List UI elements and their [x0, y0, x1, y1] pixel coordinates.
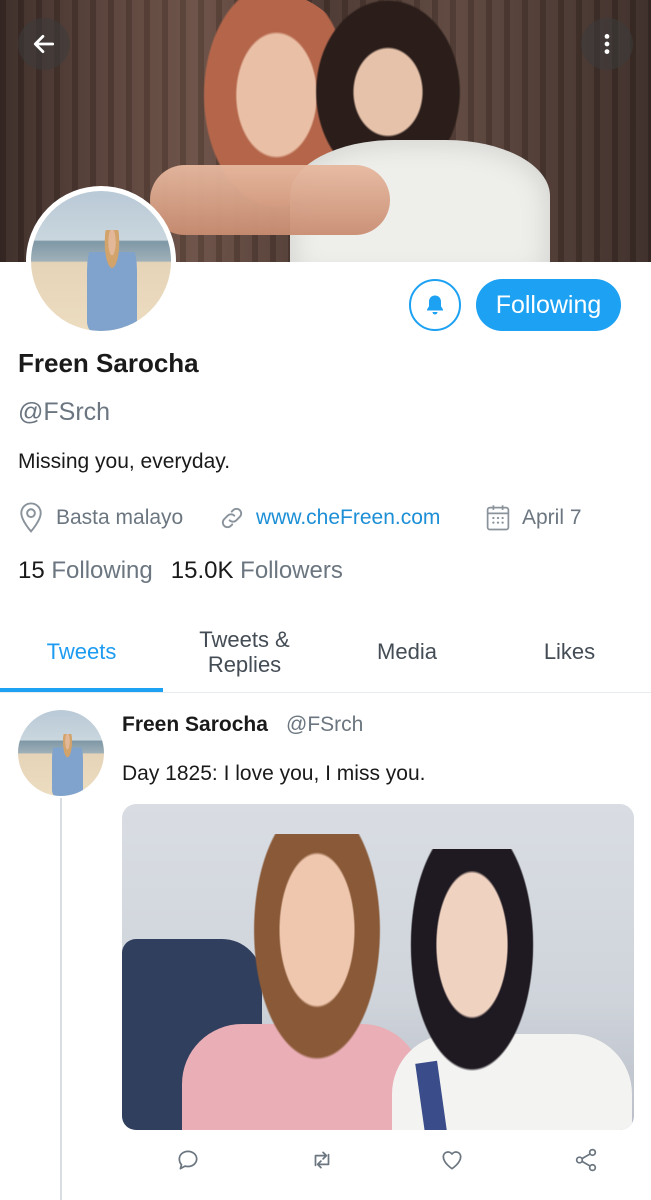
profile-website[interactable]: www.cheFreen.com [218, 500, 440, 536]
profile-name: Freen Sarocha [18, 348, 199, 378]
profile-joined-date: April 7 [484, 500, 582, 536]
back-button[interactable] [18, 18, 70, 70]
following-stat[interactable]: 15 Following [18, 557, 153, 585]
share-button[interactable] [566, 1140, 606, 1180]
avatar-photo [31, 191, 171, 331]
tweet-actions [122, 1140, 634, 1180]
reply-button[interactable] [168, 1140, 208, 1180]
retweet-icon [314, 1151, 330, 1169]
notifications-button[interactable] [409, 279, 461, 331]
reply-icon [178, 1150, 198, 1170]
following-label: Following [51, 557, 153, 584]
profile-avatar[interactable] [26, 186, 176, 336]
tab-tweets[interactable]: Tweets [0, 615, 163, 689]
like-button[interactable] [432, 1140, 472, 1180]
profile-location: Basta malayo [16, 500, 183, 536]
calendar-icon [486, 505, 510, 531]
more-options-button[interactable] [581, 18, 633, 70]
tab-media[interactable]: Media [326, 615, 488, 689]
profile-handle: @FSrch [18, 398, 111, 426]
profile-bio: Missing you, everyday. [18, 450, 231, 473]
following-button[interactable]: Following [476, 279, 621, 331]
follow-stats: 15 Following 15.0K Followers [18, 557, 343, 585]
location-text: Basta malayo [56, 506, 184, 529]
location-pin-icon [20, 502, 42, 533]
like-icon [442, 1151, 462, 1170]
followers-stat[interactable]: 15.0K Followers [171, 557, 343, 585]
back-arrow-icon [33, 35, 55, 53]
tweet-text: Day 1825: I love you, I miss you. [122, 762, 426, 785]
tweet-avatar-photo [18, 710, 104, 796]
tweet-media-image[interactable] [122, 804, 634, 1130]
profile-tabs: Tweets Tweets & Replies Media Likes [0, 615, 651, 693]
followers-count: 15.0K [170, 557, 234, 584]
more-vertical-icon [604, 34, 610, 54]
retweet-button[interactable] [302, 1140, 342, 1180]
tweet-author-handle: @FSrch [286, 713, 364, 736]
joined-date-text: April 7 [522, 506, 582, 529]
share-icon [575, 1148, 597, 1172]
bell-icon [427, 295, 443, 315]
tabs-divider [0, 692, 651, 693]
link-icon [221, 507, 243, 529]
banner-arms [150, 165, 390, 235]
following-count: 15 [18, 557, 45, 584]
thread-line [60, 798, 62, 1200]
tab-likes[interactable]: Likes [488, 615, 651, 689]
tab-tweets-replies[interactable]: Tweets & Replies [163, 615, 326, 689]
tweet-author-name[interactable]: Freen Sarocha [122, 713, 268, 737]
followers-label: Followers [240, 557, 343, 584]
website-link[interactable]: www.cheFreen.com [256, 506, 440, 530]
tweet-avatar[interactable] [18, 710, 104, 796]
